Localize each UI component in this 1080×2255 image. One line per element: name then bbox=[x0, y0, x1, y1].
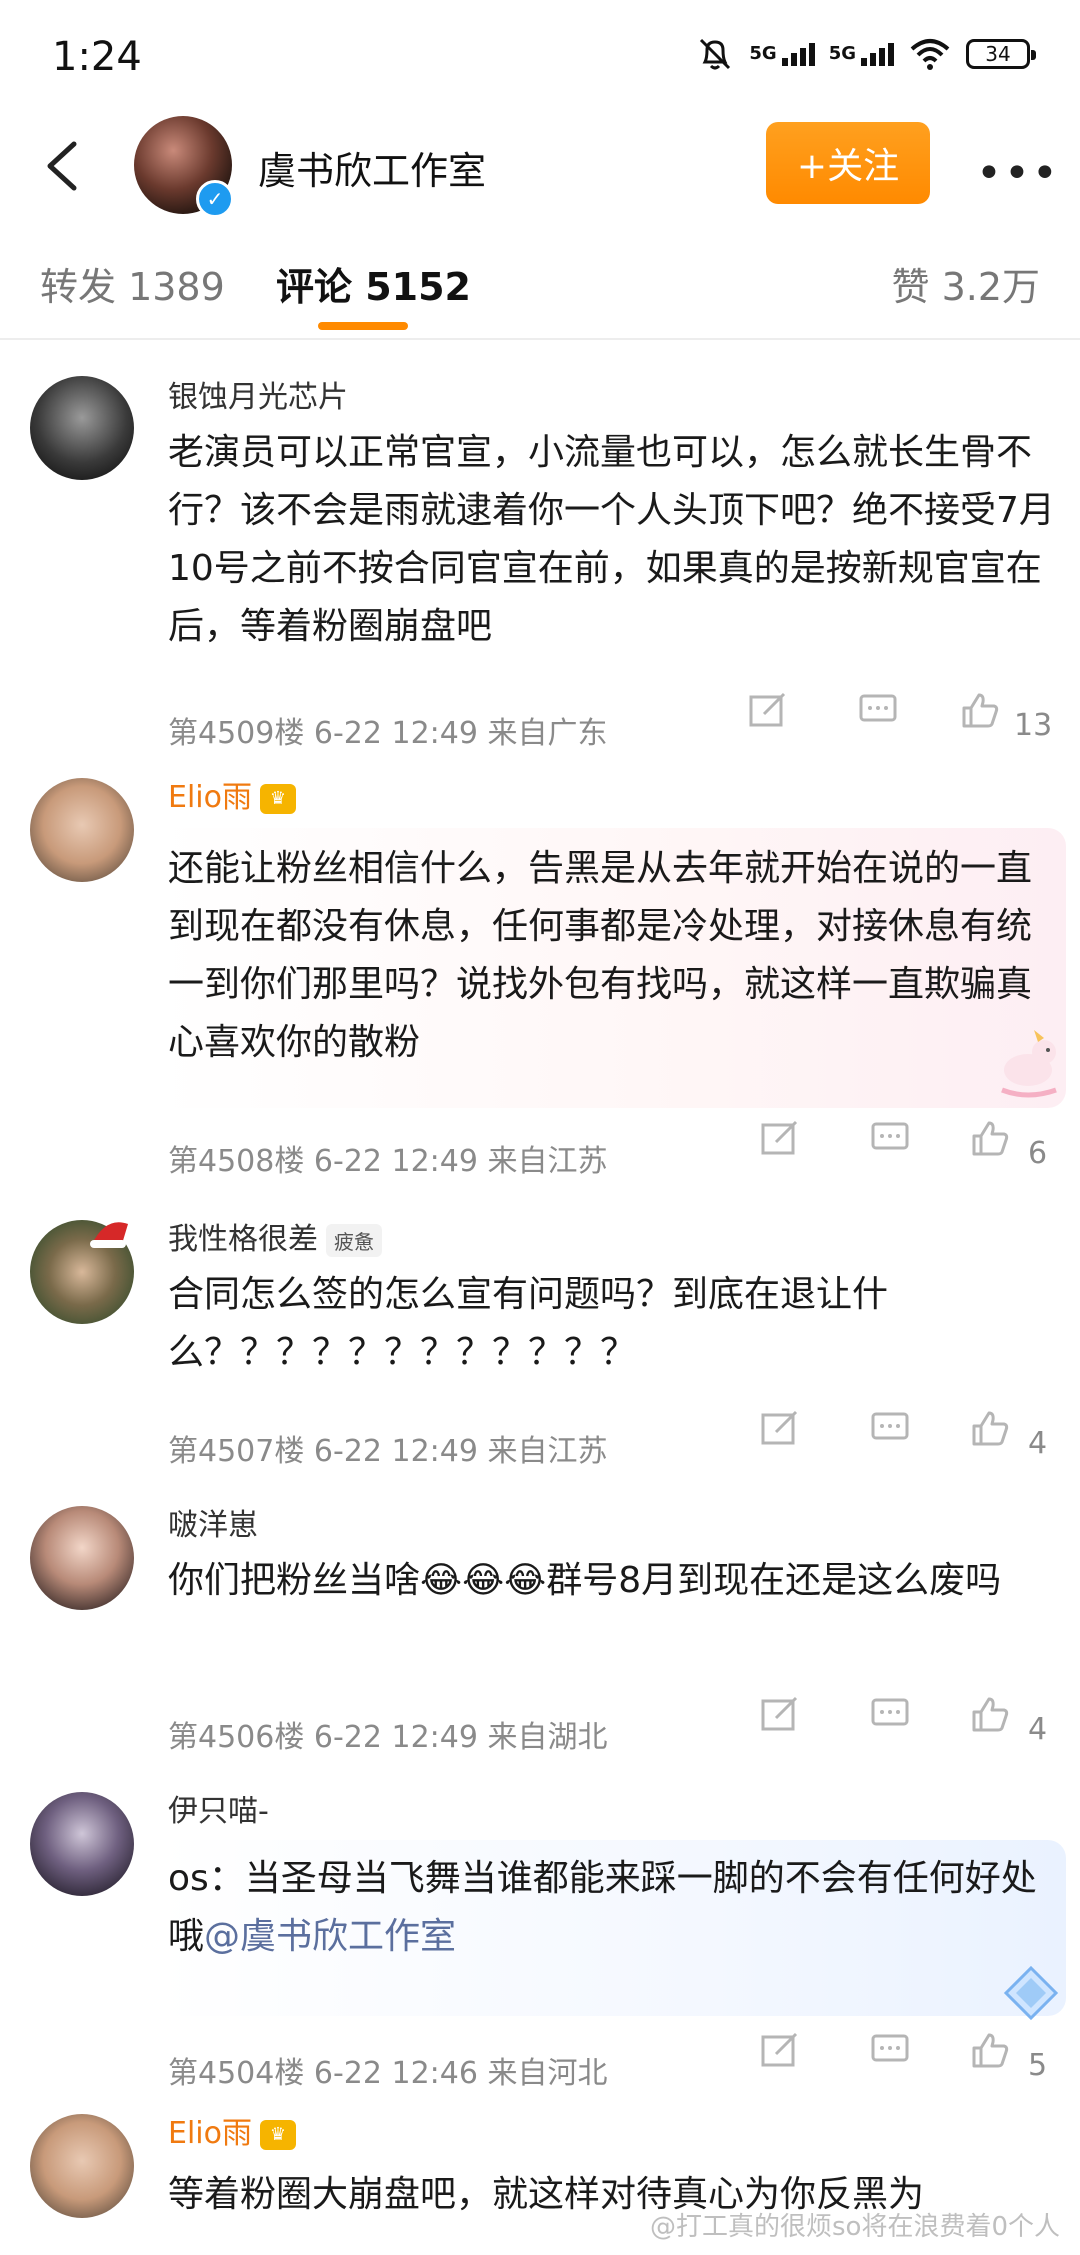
comment-username[interactable]: Elio雨 ♛ bbox=[168, 2108, 296, 2152]
like-count: 13 bbox=[1014, 708, 1053, 743]
like-thumb-icon[interactable] bbox=[970, 1410, 1010, 1446]
username-text[interactable]: Elio雨 bbox=[168, 2116, 252, 2151]
more-options-icon[interactable]: ••• bbox=[976, 148, 1060, 199]
comment-username[interactable]: 伊只喵- bbox=[168, 1786, 269, 1830]
santa-hat-icon bbox=[90, 1222, 128, 1248]
like-thumb-icon[interactable] bbox=[970, 2032, 1010, 2068]
watermark: @打工真的很烦so将在浪费着0个人 bbox=[650, 2212, 1060, 2242]
avatar[interactable] bbox=[30, 778, 134, 882]
avatar[interactable] bbox=[30, 376, 134, 480]
battery-level: 34 bbox=[985, 42, 1011, 66]
active-tab-indicator bbox=[318, 322, 408, 330]
reply-icon[interactable] bbox=[870, 1120, 910, 1156]
signal-icon-1: 5G bbox=[749, 42, 815, 66]
tab-comment[interactable]: 评论 5152 bbox=[276, 256, 471, 311]
verified-badge-icon: ✓ bbox=[196, 180, 234, 218]
reply-icon[interactable] bbox=[858, 692, 898, 728]
share-icon[interactable] bbox=[760, 1696, 800, 1732]
mood-tag: 疲惫 bbox=[326, 1224, 382, 1257]
reply-icon[interactable] bbox=[870, 1696, 910, 1732]
like-count: 4 bbox=[1028, 1426, 1048, 1461]
follow-button[interactable]: +关注 bbox=[766, 122, 930, 204]
comment-meta: 第4507楼 6-22 12:49 来自江苏 bbox=[168, 1434, 608, 1469]
diamond-sticker-icon bbox=[1003, 1965, 1059, 2021]
page-title: 虞书欣工作室 bbox=[258, 149, 487, 193]
username-text[interactable]: Elio雨 bbox=[168, 780, 252, 815]
like-count: 6 bbox=[1028, 1136, 1048, 1171]
wifi-icon bbox=[910, 39, 950, 70]
tab-like[interactable]: 赞 3.2万 bbox=[891, 256, 1040, 311]
avatar[interactable] bbox=[30, 1506, 134, 1610]
status-icons: 5G 5G 34 bbox=[695, 36, 1036, 72]
comment-username[interactable]: 我性格很差 疲惫 bbox=[168, 1214, 382, 1258]
like-thumb-icon[interactable] bbox=[970, 1696, 1010, 1732]
comment-username[interactable]: 啵洋崽 bbox=[168, 1500, 258, 1544]
comment-text: os：当圣母当飞舞当谁都能来踩一脚的不会有任何好处哦@虞书欣工作室 bbox=[168, 1850, 1038, 1966]
avatar[interactable] bbox=[30, 1792, 134, 1896]
comment-text: 合同怎么签的怎么宣有问题吗？到底在退让什么？？？？？？？？？？？？ bbox=[168, 1274, 889, 1373]
battery-icon: 34 bbox=[966, 39, 1036, 69]
share-icon[interactable] bbox=[760, 1410, 800, 1446]
tab-repost[interactable]: 转发 1389 bbox=[40, 256, 225, 311]
pony-sticker-icon bbox=[1001, 1030, 1057, 1098]
comment-text: 还能让粉丝相信什么，告黑是从去年就开始在说的一直到现在都没有休息，任何事都是冷处… bbox=[168, 848, 1033, 1063]
mute-bell-icon bbox=[700, 38, 731, 70]
signal-icon-2: 5G bbox=[828, 42, 894, 66]
like-count: 5 bbox=[1028, 2048, 1048, 2083]
like-count: 4 bbox=[1028, 1712, 1048, 1747]
mention-link[interactable]: @虞书欣工作室 bbox=[204, 1916, 456, 1957]
comment-meta: 第4509楼 6-22 12:49 来自广东 bbox=[168, 716, 608, 751]
profile-header: ✓ 虞书欣工作室 +关注 ••• bbox=[0, 110, 1080, 225]
comment-text: 老演员可以正常官宣，小流量也可以，怎么就长生骨不行？该不会是雨就逮着你一个人头顶… bbox=[168, 432, 1055, 647]
tab-bar: 转发 1389 评论 5152 赞 3.2万 bbox=[0, 238, 1080, 340]
status-bar: 1:24 5G 5G 34 bbox=[0, 0, 1080, 120]
comment-meta: 第4504楼 6-22 12:46 来自河北 bbox=[168, 2056, 608, 2091]
share-icon[interactable] bbox=[760, 2032, 800, 2068]
like-thumb-icon[interactable] bbox=[970, 1120, 1010, 1156]
reply-icon[interactable] bbox=[870, 2032, 910, 2068]
share-icon[interactable] bbox=[748, 692, 788, 728]
back-arrow-icon[interactable] bbox=[34, 136, 90, 196]
share-icon[interactable] bbox=[760, 1120, 800, 1156]
reply-icon[interactable] bbox=[870, 1410, 910, 1446]
crown-icon: ♛ bbox=[259, 2119, 296, 2150]
comment-meta: 第4506楼 6-22 12:49 来自湖北 bbox=[168, 1720, 608, 1755]
comment-username[interactable]: Elio雨 ♛ bbox=[168, 772, 296, 816]
comment-text: 你们把粉丝当啥😂😂😂群号8月到现在还是这么废吗 bbox=[168, 1560, 1002, 1601]
comment-meta: 第4508楼 6-22 12:49 来自江苏 bbox=[168, 1144, 608, 1179]
signal-label-1: 5G bbox=[749, 42, 777, 64]
crown-icon: ♛ bbox=[259, 783, 296, 814]
comment-username[interactable]: 银蚀月光芯片 bbox=[168, 372, 348, 416]
avatar[interactable] bbox=[30, 2114, 134, 2218]
like-thumb-icon[interactable] bbox=[960, 692, 1000, 728]
signal-label-2: 5G bbox=[828, 42, 856, 64]
status-time: 1:24 bbox=[52, 34, 142, 80]
username-text[interactable]: 我性格很差 bbox=[168, 1222, 318, 1257]
